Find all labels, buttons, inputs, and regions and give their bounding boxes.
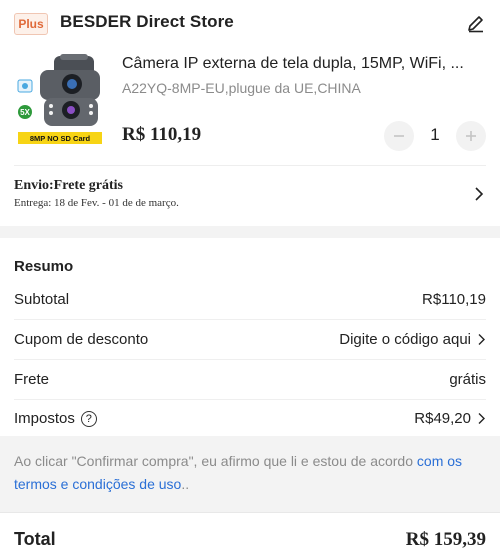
summary-card: Resumo Subtotal R$110,19 Cupom de descon…	[0, 238, 500, 436]
quantity-stepper: 1	[384, 121, 486, 151]
chevron-right-icon	[475, 187, 484, 201]
product-variant[interactable]: A22YQ-8MP-EU,plugue da UE,CHINA	[122, 80, 482, 96]
pencil-icon[interactable]	[466, 13, 486, 33]
thumb-zoom-text: 5X	[20, 108, 30, 117]
thumb-badge-text: 8MP NO SD Card	[30, 134, 91, 143]
shipping-date: Entrega: 18 de Fev. - 01 de de março.	[14, 197, 179, 209]
increase-quantity-button[interactable]	[456, 121, 486, 151]
coupon-label: Cupom de desconto	[14, 331, 149, 348]
product-thumbnail[interactable]: 5X 8MP NO SD Card	[14, 50, 106, 146]
total-value: R$ 159,39	[405, 529, 486, 550]
coupon-value[interactable]: Digite o código aqui	[339, 331, 486, 348]
shipping-fee-value: grátis	[449, 371, 486, 388]
subtotal-row: Subtotal R$110,19	[14, 280, 486, 320]
summary-title: Resumo	[14, 258, 74, 275]
shipping-title: Envio:Frete grátis	[14, 178, 123, 193]
camera-image-icon: 5X 8MP NO SD Card	[14, 50, 106, 146]
product-price: R$ 110,19	[122, 124, 202, 145]
coupon-placeholder: Digite o código aqui	[339, 331, 471, 348]
store-header: Plus BESDER Direct Store	[14, 11, 486, 37]
tax-value: R$49,20	[414, 410, 471, 427]
question-icon[interactable]: ?	[80, 410, 97, 427]
tax-row[interactable]: Impostos ? R$49,20	[14, 399, 486, 439]
store-name[interactable]: BESDER Direct Store	[60, 12, 234, 32]
coupon-row[interactable]: Cupom de desconto Digite o código aqui	[14, 320, 486, 360]
total-bar: Total R$ 159,39	[0, 512, 500, 556]
plus-icon	[466, 131, 476, 141]
tax-label-group: Impostos ?	[14, 410, 97, 427]
legal-suffix: ..	[181, 476, 190, 492]
minus-icon	[394, 135, 404, 137]
quantity-value[interactable]: 1	[414, 125, 456, 145]
decrease-quantity-button[interactable]	[384, 121, 414, 151]
chevron-right-icon	[478, 334, 485, 345]
total-label: Total	[14, 529, 56, 549]
subtotal-label: Subtotal	[14, 291, 70, 308]
tax-value-group[interactable]: R$49,20	[414, 410, 486, 427]
shipping-fee-row: Frete grátis	[14, 360, 486, 400]
shipping-row[interactable]: Envio:Frete grátis Entrega: 18 de Fev. -…	[0, 166, 500, 224]
legal-notice: Ao clicar "Confirmar compra", eu afirmo …	[14, 450, 488, 496]
shipping-fee-label: Frete	[14, 371, 50, 388]
tax-label: Impostos	[14, 410, 75, 427]
plus-badge: Plus	[14, 13, 48, 35]
legal-text: Ao clicar "Confirmar compra", eu afirmo …	[14, 453, 417, 469]
product-title[interactable]: Câmera IP externa de tela dupla, 15MP, W…	[122, 55, 482, 73]
store-card: Plus BESDER Direct Store 5X 8MP NO SD Ca…	[0, 0, 500, 226]
subtotal-value: R$110,19	[422, 291, 486, 308]
chevron-right-icon	[478, 413, 485, 424]
